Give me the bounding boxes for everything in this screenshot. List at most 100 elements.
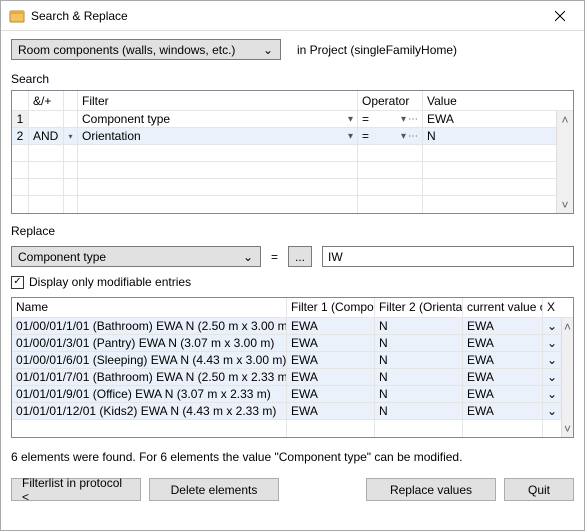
filter1-cell: EWA [287,318,375,334]
search-row[interactable]: 2 AND ▾ Orientation▾ =▾⋯ N [12,128,556,145]
app-icon [9,8,25,24]
col-x[interactable]: X [543,298,573,317]
search-row-empty[interactable] [12,145,556,162]
col-filter2[interactable]: Filter 2 (Orientat [375,298,463,317]
ellipsis-icon[interactable]: ⋯ [408,131,418,142]
scroll-up-icon[interactable]: ˄ [557,111,573,128]
search-grid: &/+ Filter Operator Value 1 Component ty… [11,90,574,214]
col-andor[interactable]: &/+ [29,91,64,110]
button-bar: Filterlist in protocol < Delete elements… [11,478,574,501]
filter-cell[interactable]: Component type▾ [78,111,358,127]
display-modifiable-row: ✓ Display only modifiable entries [11,275,574,289]
filter2-cell: N [375,403,463,419]
scroll-track[interactable] [557,128,573,196]
operator-cell[interactable]: =▾⋯ [358,111,423,127]
scope-dropdown[interactable]: Room components (walls, windows, etc.) ⌄ [11,39,281,60]
scroll-down-icon[interactable]: ˅ [557,196,573,213]
replace-label: Replace [11,224,574,238]
scroll-down-icon[interactable]: ˅ [562,420,573,437]
chevron-down-icon[interactable]: ▾ [401,114,406,125]
results-scrollbar[interactable]: ˄ ˅ [561,318,573,437]
current-cell: EWA [463,318,543,334]
search-row-empty[interactable] [12,179,556,196]
scroll-track[interactable] [562,335,573,420]
x-cell[interactable]: ⌄ [543,352,561,368]
results-row[interactable]: 01/01/01/12/01 (Kids2) EWA N (4.43 m x 2… [12,403,561,420]
results-row[interactable]: 01/00/01/6/01 (Sleeping) EWA N (4.43 m x… [12,352,561,369]
x-cell[interactable]: ⌄ [543,318,561,334]
filter-cell[interactable]: Orientation▾ [78,128,358,144]
display-modifiable-checkbox[interactable]: ✓ [11,276,24,289]
name-cell: 01/01/01/9/01 (Office) EWA N (3.07 m x 2… [12,386,287,402]
filter2-cell: N [375,335,463,351]
col-filter[interactable]: Filter [78,91,358,110]
name-cell: 01/00/01/1/01 (Bathroom) EWA N (2.50 m x… [12,318,287,334]
search-grid-header: &/+ Filter Operator Value [12,91,573,111]
results-row[interactable]: 01/01/01/7/01 (Bathroom) EWA N (2.50 m x… [12,369,561,386]
search-rows: 1 Component type▾ =▾⋯ EWA 2 AND ▾ Orient… [12,111,556,213]
chevron-down-icon: ⌄ [240,250,256,264]
filter1-cell: EWA [287,386,375,402]
replace-row: Component type ⌄ = ... [11,246,574,267]
results-row[interactable]: 01/01/01/9/01 (Office) EWA N (3.07 m x 2… [12,386,561,403]
x-cell[interactable]: ⌄ [543,335,561,351]
equals-label: = [271,250,278,264]
chevron-down-icon[interactable]: ▾ [401,131,406,142]
filter2-cell: N [375,318,463,334]
delete-elements-button[interactable]: Delete elements [149,478,279,501]
quit-button[interactable]: Quit [504,478,574,501]
name-cell: 01/00/01/6/01 (Sleeping) EWA N (4.43 m x… [12,352,287,368]
content: Room components (walls, windows, etc.) ⌄… [1,31,584,530]
replace-value-input[interactable] [322,246,574,267]
value-cell[interactable]: N [423,128,556,144]
filter2-cell: N [375,369,463,385]
col-value[interactable]: Value [423,91,573,110]
rownum: 2 [12,128,29,144]
col-operator[interactable]: Operator [358,91,423,110]
x-cell[interactable]: ⌄ [543,386,561,402]
results-grid: Name Filter 1 (Compon Filter 2 (Orientat… [11,297,574,438]
ellipsis-button[interactable]: ... [288,246,312,267]
current-cell: EWA [463,335,543,351]
col-name[interactable]: Name [12,298,287,317]
blank-cell[interactable]: ▾ [64,128,78,144]
x-cell[interactable]: ⌄ [543,403,561,419]
search-row[interactable]: 1 Component type▾ =▾⋯ EWA [12,111,556,128]
chevron-down-icon: ▾ [68,132,72,141]
chevron-down-icon[interactable]: ▾ [348,114,353,125]
col-filter1[interactable]: Filter 1 (Compon [287,298,375,317]
titlebar: Search & Replace [1,1,584,31]
current-cell: EWA [463,352,543,368]
filterlist-button[interactable]: Filterlist in protocol < [11,478,141,501]
search-row-empty[interactable] [12,162,556,179]
filter2-cell: N [375,386,463,402]
scope-row: Room components (walls, windows, etc.) ⌄… [11,39,574,60]
filter1-cell: EWA [287,369,375,385]
results-row[interactable]: 01/00/01/1/01 (Bathroom) EWA N (2.50 m x… [12,318,561,335]
name-cell: 01/00/01/3/01 (Pantry) EWA N (3.07 m x 3… [12,335,287,351]
window-title: Search & Replace [31,9,537,23]
results-row[interactable]: 01/00/01/3/01 (Pantry) EWA N (3.07 m x 3… [12,335,561,352]
replace-values-button[interactable]: Replace values [366,478,496,501]
andor-cell[interactable] [29,111,64,127]
close-button[interactable] [537,2,582,30]
search-row-empty[interactable] [12,196,556,213]
search-scrollbar[interactable]: ˄ ˅ [556,111,573,213]
results-row-empty [12,420,561,437]
operator-cell[interactable]: =▾⋯ [358,128,423,144]
chevron-down-icon[interactable]: ▾ [348,131,353,142]
value-cell[interactable]: EWA [423,111,556,127]
ellipsis-icon[interactable]: ⋯ [408,114,418,125]
x-cell[interactable]: ⌄ [543,369,561,385]
window: Search & Replace Room components (walls,… [0,0,585,531]
scroll-up-icon[interactable]: ˄ [562,318,573,335]
results-rows: 01/00/01/1/01 (Bathroom) EWA N (2.50 m x… [12,318,561,437]
status-text: 6 elements were found. For 6 elements th… [11,450,574,464]
scope-context: in Project (singleFamilyHome) [297,43,457,57]
replace-field-text: Component type [18,250,240,264]
col-current[interactable]: current value of [463,298,543,317]
col-blank [64,91,78,110]
replace-field-dropdown[interactable]: Component type ⌄ [11,246,261,267]
name-cell: 01/01/01/7/01 (Bathroom) EWA N (2.50 m x… [12,369,287,385]
andor-cell[interactable]: AND [29,128,64,144]
